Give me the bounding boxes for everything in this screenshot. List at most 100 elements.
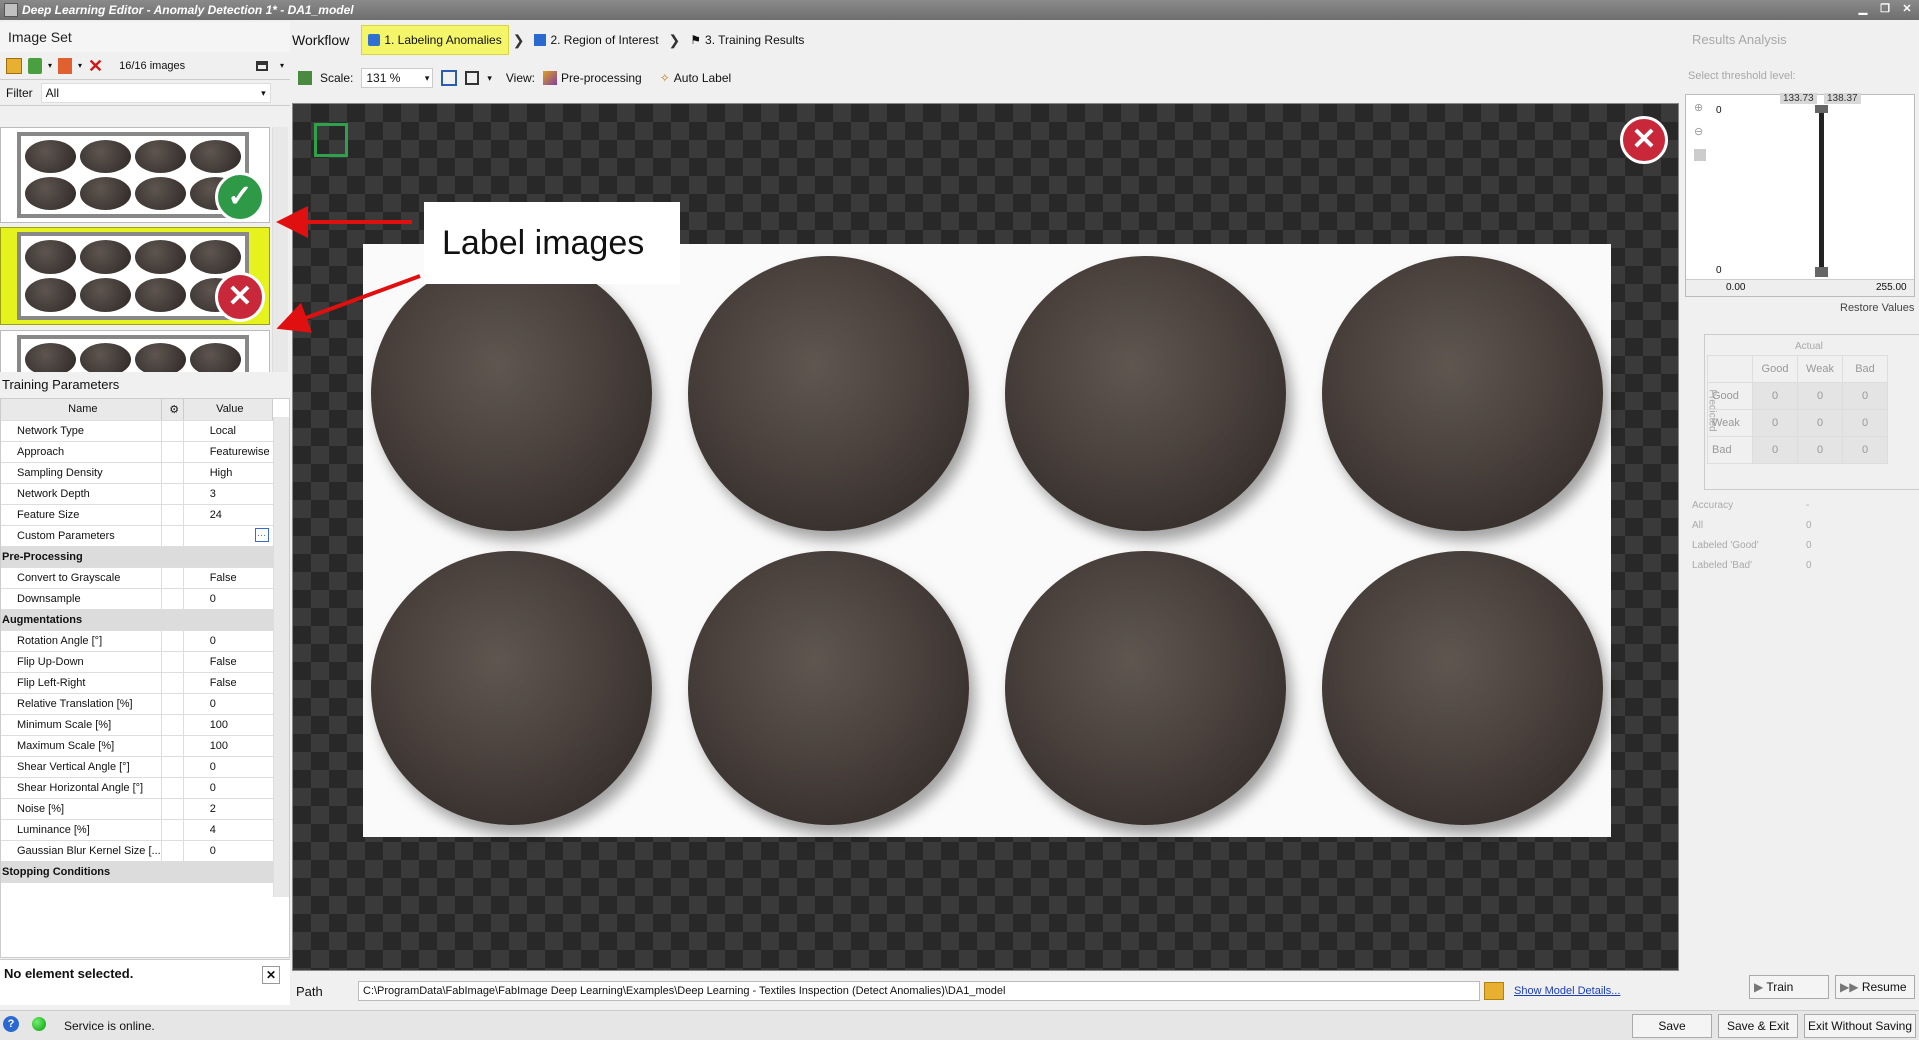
- show-model-details-link[interactable]: Show Model Details...: [1514, 985, 1620, 997]
- parameter-value[interactable]: 2: [183, 798, 273, 820]
- left-panel: Image Set ▾ ▾ ✕ 16/16 images ▾ Filter Al…: [0, 22, 290, 1005]
- parameter-row[interactable]: Network Type Local: [1, 420, 273, 442]
- tab-training-results[interactable]: ⚑ 3. Training Results: [684, 25, 810, 55]
- restore-icon[interactable]: ❐: [1874, 2, 1896, 17]
- parameter-value[interactable]: Featurewise: [183, 441, 273, 463]
- slider-handle-bottom[interactable]: [1815, 267, 1828, 277]
- export-icon[interactable]: [58, 57, 73, 74]
- flag-icon: ⚑: [690, 33, 702, 47]
- parameter-row[interactable]: Flip Up-Down False: [1, 651, 273, 673]
- dropdown-icon[interactable]: ▾: [78, 61, 82, 70]
- parameter-row[interactable]: Rotation Angle [°] 0: [1, 630, 273, 652]
- zoom-region-icon[interactable]: [465, 71, 480, 85]
- parameter-value[interactable]: 24: [183, 504, 273, 526]
- parameter-value[interactable]: 0: [183, 693, 273, 715]
- parameter-value[interactable]: …: [183, 525, 273, 547]
- parameter-category[interactable]: Pre-Processing: [1, 546, 273, 568]
- save-button[interactable]: Save: [1632, 1014, 1712, 1038]
- zoom-in-icon[interactable]: ⊕: [1694, 101, 1703, 114]
- parameter-value[interactable]: High: [183, 462, 273, 484]
- parameter-row[interactable]: Noise [%] 2: [1, 798, 273, 820]
- thumbnail-good[interactable]: ✓: [0, 127, 270, 223]
- parameter-value[interactable]: False: [183, 567, 273, 589]
- train-label: Train: [1766, 980, 1794, 994]
- dropdown-icon[interactable]: ▾: [280, 61, 284, 70]
- close-icon[interactable]: ✕: [262, 966, 280, 984]
- parameter-value[interactable]: 100: [183, 714, 273, 736]
- restore-values-link[interactable]: Restore Values: [1840, 302, 1914, 314]
- thumbnail-item[interactable]: [0, 330, 270, 372]
- parameter-value[interactable]: 0: [183, 840, 273, 862]
- parameter-row[interactable]: Approach Featurewise: [1, 441, 273, 463]
- parameter-value[interactable]: 0: [183, 756, 273, 778]
- ellipsis-icon[interactable]: …: [254, 527, 269, 542]
- gear-icon[interactable]: ⚙: [161, 399, 184, 421]
- view-mode-icon[interactable]: [255, 60, 268, 71]
- train-button[interactable]: ▶ Train: [1749, 975, 1829, 999]
- parameter-name: Approach: [1, 441, 162, 463]
- exit-without-saving-button[interactable]: Exit Without Saving: [1804, 1014, 1916, 1038]
- parameter-row[interactable]: Minimum Scale [%] 100: [1, 714, 273, 736]
- parameter-value[interactable]: 4: [183, 819, 273, 841]
- parameter-value[interactable]: 100: [183, 735, 273, 757]
- folder-icon[interactable]: [1484, 982, 1504, 1000]
- parameter-value[interactable]: 0: [183, 777, 273, 799]
- parameter-row[interactable]: Custom Parameters…: [1, 525, 273, 547]
- reset-zoom-icon[interactable]: [1694, 149, 1706, 161]
- stat-label: Accuracy: [1692, 500, 1734, 511]
- parameter-value[interactable]: Local: [183, 420, 273, 442]
- parameter-row[interactable]: Shear Horizontal Angle [°] 0: [1, 777, 273, 799]
- minimize-icon[interactable]: ▁: [1852, 2, 1874, 17]
- parameter-row[interactable]: Maximum Scale [%] 100: [1, 735, 273, 757]
- auto-label-button[interactable]: ✧ Auto Label: [660, 71, 731, 85]
- roi-marker[interactable]: [314, 123, 348, 157]
- parameter-row[interactable]: Luminance [%] 4: [1, 819, 273, 841]
- thumbnail-scrollbar[interactable]: [272, 127, 288, 372]
- parameter-row[interactable]: Feature Size 24: [1, 504, 273, 526]
- parameter-row[interactable]: Flip Left-Right False: [1, 672, 273, 694]
- parameter-row[interactable]: Downsample 0: [1, 588, 273, 610]
- parameter-row[interactable]: Gaussian Blur Kernel Size [... 0: [1, 840, 273, 862]
- good-check-icon[interactable]: ✓: [215, 172, 265, 222]
- slider-handle-top[interactable]: [1815, 105, 1828, 113]
- preprocessing-toggle[interactable]: Pre-processing: [543, 71, 642, 85]
- bad-label-icon[interactable]: ✕: [1620, 116, 1668, 164]
- parameter-value[interactable]: 0: [183, 630, 273, 652]
- chevron-right-icon: ❯: [512, 31, 525, 48]
- parameter-value[interactable]: 3: [183, 483, 273, 505]
- filter-select[interactable]: All ▾: [40, 82, 271, 103]
- path-field[interactable]: C:\ProgramData\FabImage\FabImage Deep Le…: [358, 981, 1480, 1001]
- training-parameters-header: Training Parameters: [2, 377, 120, 392]
- parameter-category[interactable]: Augmentations: [1, 609, 273, 631]
- parameter-row[interactable]: Sampling Density High: [1, 462, 273, 484]
- matrix-row-label: Weak: [1707, 409, 1753, 437]
- import-icon[interactable]: [28, 57, 42, 74]
- tab-labeling-anomalies[interactable]: 1. Labeling Anomalies: [361, 25, 509, 55]
- parameters-scrollbar[interactable]: [273, 417, 289, 897]
- zoom-out-icon[interactable]: ⊖: [1694, 125, 1703, 138]
- parameter-row[interactable]: Relative Translation [%] 0: [1, 693, 273, 715]
- parameter-row[interactable]: Convert to Grayscale False: [1, 567, 273, 589]
- save-exit-button[interactable]: Save & Exit: [1718, 1014, 1798, 1038]
- close-window-icon[interactable]: ✕: [1896, 2, 1918, 17]
- delete-icon[interactable]: ✕: [88, 57, 103, 75]
- parameter-row[interactable]: Shear Vertical Angle [°] 0: [1, 756, 273, 778]
- dropdown-icon[interactable]: ▾: [487, 73, 492, 84]
- zoom-fit-icon[interactable]: [441, 70, 458, 86]
- dropdown-icon[interactable]: ▾: [48, 61, 52, 70]
- parameter-value[interactable]: False: [183, 672, 273, 694]
- bad-cross-icon[interactable]: ✕: [215, 272, 265, 322]
- parameter-category[interactable]: Stopping Conditions: [1, 861, 273, 883]
- parameter-value[interactable]: 0: [183, 588, 273, 610]
- threshold-histogram[interactable]: ⊕ ⊖ 0 0 133.73 138.37 0.00 255.00: [1685, 93, 1915, 297]
- help-icon[interactable]: ?: [3, 1016, 19, 1032]
- service-status: Service is online.: [64, 1019, 155, 1033]
- add-images-icon[interactable]: [6, 57, 22, 74]
- parameter-row[interactable]: Network Depth 3: [1, 483, 273, 505]
- scale-select[interactable]: 131 % ▾: [361, 68, 434, 88]
- thumbnail-bad-selected[interactable]: ✕: [0, 227, 270, 325]
- threshold-slider[interactable]: [1819, 107, 1824, 275]
- parameter-value[interactable]: False: [183, 651, 273, 673]
- resume-button[interactable]: ▶▶ Resume: [1835, 975, 1915, 999]
- tab-region-of-interest[interactable]: 2. Region of Interest: [528, 25, 664, 55]
